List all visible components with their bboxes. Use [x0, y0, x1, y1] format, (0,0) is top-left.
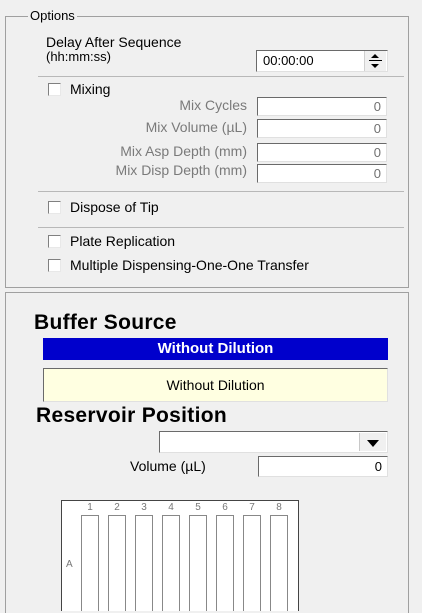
delay-spinner[interactable] — [364, 51, 386, 71]
plate-column-number: 1 — [87, 502, 93, 513]
volume-input[interactable]: 0 — [258, 456, 388, 477]
plate-column-number: 2 — [114, 502, 120, 513]
plate-column-number: 3 — [141, 502, 147, 513]
plate-well[interactable] — [270, 515, 288, 611]
spin-down-icon[interactable] — [365, 61, 386, 70]
options-legend: Options — [28, 8, 77, 23]
plate-row-label: A — [66, 559, 73, 570]
buffer-source-title: Buffer Source — [34, 311, 177, 334]
plate-replication-checkbox[interactable] — [48, 235, 61, 248]
reservoir-position-dropdown[interactable] — [159, 431, 388, 453]
plate-column-number: 8 — [276, 502, 282, 513]
mix-cycles-input[interactable]: 0 — [257, 97, 387, 116]
separator — [38, 76, 404, 77]
dropdown-arrow-icon[interactable] — [359, 433, 386, 451]
mix-cycles-label: Mix Cycles — [179, 97, 247, 113]
dispose-tip-label: Dispose of Tip — [70, 199, 159, 215]
multiple-dispensing-checkbox[interactable] — [48, 259, 61, 272]
dilution-display-text: Without Dilution — [166, 377, 265, 393]
plate-column-number: 7 — [249, 502, 255, 513]
mix-disp-depth-label: Mix Disp Depth (mm) — [115, 162, 247, 178]
volume-value: 0 — [374, 459, 382, 474]
mixing-label: Mixing — [70, 81, 111, 97]
buffer-header-label: Without Dilution — [157, 340, 274, 357]
mixing-checkbox[interactable] — [48, 83, 61, 96]
mix-asp-depth-input[interactable]: 0 — [257, 143, 387, 162]
spin-up-icon[interactable] — [365, 51, 386, 60]
plate-column-number: 4 — [168, 502, 174, 513]
mix-disp-depth-input[interactable]: 0 — [257, 164, 387, 183]
plate-replication-label: Plate Replication — [70, 233, 176, 249]
mix-volume-value: 0 — [373, 121, 381, 136]
reservoir-position-title: Reservoir Position — [36, 404, 227, 427]
plate-well[interactable] — [108, 515, 126, 611]
mix-volume-input[interactable]: 0 — [257, 119, 387, 138]
plate-well[interactable] — [81, 515, 99, 611]
reservoir-plate-diagram: A 1 2 3 4 5 6 7 8 — [61, 500, 299, 611]
plate-well[interactable] — [189, 515, 207, 611]
plate-well[interactable] — [243, 515, 261, 611]
multiple-dispensing-label: Multiple Dispensing-One-One Transfer — [70, 257, 309, 273]
plate-well[interactable] — [135, 515, 153, 611]
plate-column-number: 6 — [222, 502, 228, 513]
buffer-source-header: Without Dilution — [43, 338, 388, 360]
plate-column-number: 5 — [195, 502, 201, 513]
delay-time-value: 00:00:00 — [263, 53, 314, 68]
delay-format-label: (hh:mm:ss) — [46, 49, 111, 64]
mix-volume-label: Mix Volume (µL) — [145, 119, 247, 135]
mix-disp-depth-value: 0 — [373, 166, 381, 181]
volume-label: Volume (µL) — [130, 458, 206, 474]
delay-label: Delay After Sequence — [46, 34, 182, 50]
separator — [38, 227, 404, 228]
mix-cycles-value: 0 — [373, 99, 381, 114]
plate-well[interactable] — [216, 515, 234, 611]
dispose-tip-checkbox[interactable] — [48, 201, 61, 214]
mix-asp-depth-value: 0 — [373, 145, 381, 160]
plate-well[interactable] — [162, 515, 180, 611]
separator — [38, 191, 404, 192]
mix-asp-depth-label: Mix Asp Depth (mm) — [120, 143, 247, 159]
dilution-display-box: Without Dilution — [43, 368, 388, 402]
